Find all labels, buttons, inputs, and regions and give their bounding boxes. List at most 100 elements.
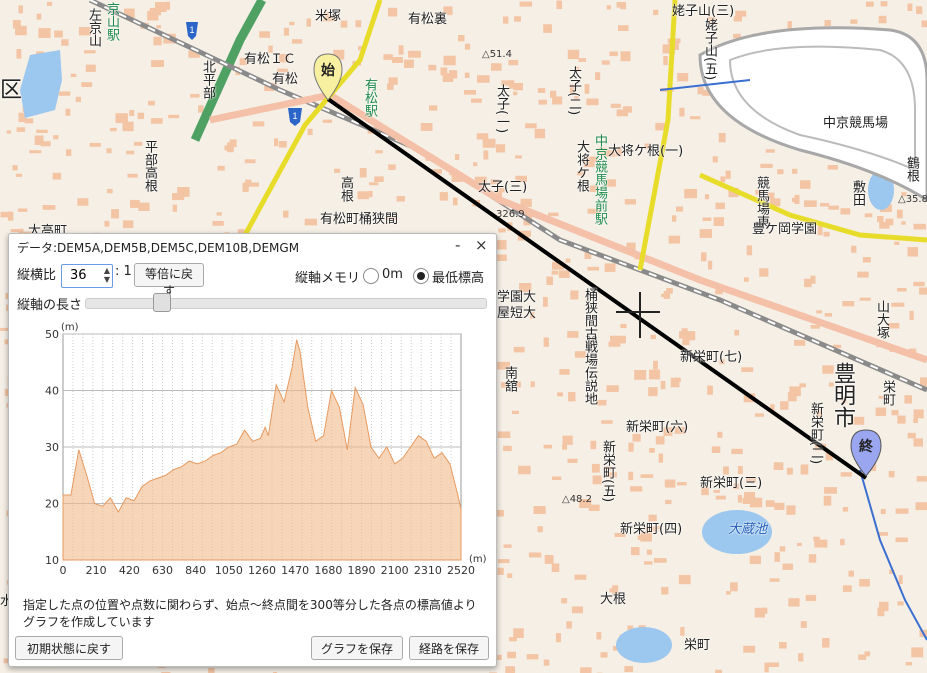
building — [734, 329, 740, 336]
map-label: 新栄町(七) — [680, 350, 743, 365]
building — [398, 45, 404, 55]
building — [111, 209, 119, 219]
map-label: 敷田 — [850, 180, 865, 206]
building — [580, 667, 592, 673]
building — [578, 58, 587, 62]
building — [464, 90, 476, 95]
building — [106, 148, 112, 154]
building — [429, 105, 438, 111]
building — [428, 64, 437, 71]
spinner-arrows-icon[interactable]: ▲ ▼ — [104, 266, 110, 284]
building — [764, 662, 769, 673]
building — [715, 495, 726, 500]
minimize-icon[interactable]: - — [455, 236, 460, 254]
building — [172, 204, 177, 212]
save-graph-button[interactable]: グラフを保存 — [311, 636, 403, 660]
building — [65, 108, 71, 116]
building — [595, 72, 601, 80]
building — [148, 100, 155, 106]
building — [620, 323, 627, 329]
building — [66, 149, 72, 156]
slider-thumb[interactable] — [153, 293, 171, 312]
building — [18, 5, 23, 14]
building — [665, 499, 672, 505]
building — [126, 150, 135, 155]
building — [897, 288, 907, 292]
building — [570, 290, 579, 300]
building — [137, 112, 145, 120]
building — [760, 163, 773, 168]
building — [631, 547, 640, 556]
building — [178, 190, 189, 197]
building — [828, 205, 839, 210]
building — [731, 448, 743, 455]
building — [646, 549, 652, 555]
save-route-button[interactable]: 経路を保存 — [409, 636, 489, 660]
building — [744, 277, 749, 282]
map-label: 中京競馬場前駅 — [592, 134, 607, 225]
building — [791, 197, 797, 203]
building — [907, 247, 918, 257]
building — [798, 653, 804, 662]
building — [16, 49, 22, 59]
building — [610, 335, 616, 342]
building — [556, 0, 563, 10]
building — [877, 607, 885, 617]
building — [730, 582, 738, 592]
building — [800, 621, 807, 628]
map-label: 南舘 — [502, 366, 517, 392]
building — [476, 133, 489, 140]
building — [842, 585, 852, 592]
building — [726, 591, 731, 595]
building — [702, 217, 712, 221]
map-label: 区 — [0, 78, 23, 103]
building — [808, 554, 817, 563]
building — [355, 20, 362, 28]
aspect-ratio-input[interactable]: 36 ▲ ▼ — [61, 264, 113, 288]
building — [498, 228, 506, 233]
building — [769, 578, 780, 582]
building — [46, 1, 53, 6]
building — [737, 495, 743, 503]
building — [292, 39, 303, 44]
building — [842, 506, 849, 512]
reset-all-button[interactable]: 初期状態に戻す — [15, 636, 123, 660]
building — [708, 260, 713, 270]
building — [857, 271, 869, 278]
building — [567, 49, 580, 60]
radio-zero-meter[interactable] — [363, 268, 379, 284]
building — [823, 495, 832, 506]
building — [800, 180, 811, 189]
building — [471, 98, 482, 103]
map-label: 豊ケ岡学園 — [752, 222, 818, 237]
building — [628, 471, 634, 481]
building — [774, 552, 780, 562]
building — [794, 339, 806, 346]
building — [387, 83, 394, 90]
building — [216, 212, 222, 216]
building — [804, 200, 817, 207]
pond — [616, 627, 672, 663]
close-icon[interactable]: × — [475, 236, 488, 254]
map-label: 新栄町(五) — [600, 440, 615, 503]
building — [530, 381, 535, 388]
map-label: 鶴根 — [904, 156, 919, 182]
building — [507, 573, 513, 578]
vertical-axis-length-slider[interactable] — [85, 298, 487, 309]
x-tick-label: 2100 — [381, 564, 409, 576]
building — [707, 385, 713, 395]
building — [725, 170, 731, 179]
building — [661, 586, 669, 595]
building — [70, 73, 77, 78]
reset-ratio-button[interactable]: 等倍に戻す — [134, 263, 204, 298]
building — [509, 637, 517, 642]
building — [533, 506, 546, 514]
building — [672, 215, 677, 222]
building — [408, 50, 421, 58]
building — [596, 632, 602, 640]
radio-min-elevation[interactable] — [413, 268, 429, 284]
map-label: 太子(三) — [478, 180, 528, 195]
map-label: 屋短大 — [497, 306, 537, 321]
building — [879, 221, 890, 229]
building — [61, 39, 69, 46]
